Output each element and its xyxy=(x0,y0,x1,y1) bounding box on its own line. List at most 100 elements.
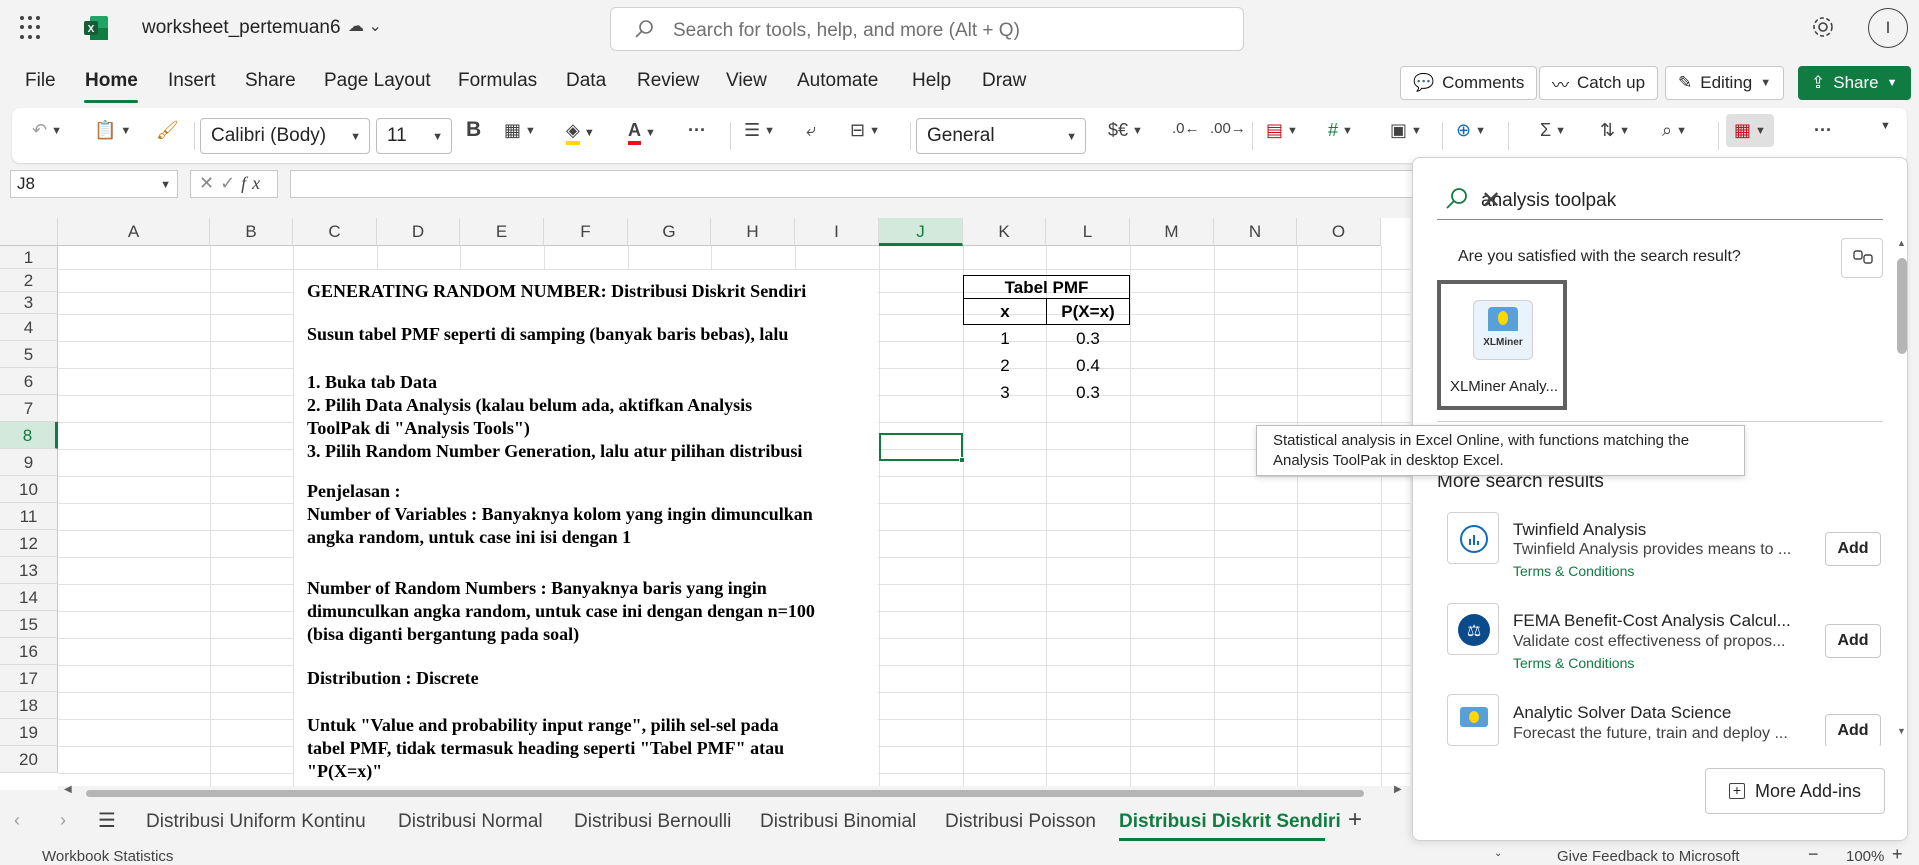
wrap-text-icon[interactable]: ⤶ xyxy=(806,120,816,141)
pmf-cell[interactable]: 0.4 xyxy=(1046,356,1130,376)
sheet-tab[interactable]: Distribusi Uniform Kontinu xyxy=(146,811,366,833)
sheet-tab-active[interactable]: Distribusi Diskrit Sendiri xyxy=(1119,811,1341,833)
result-title[interactable]: Twinfield Analysis xyxy=(1513,520,1803,540)
menu-home[interactable]: Home xyxy=(85,70,138,92)
row-header[interactable]: 14 xyxy=(0,584,58,611)
all-sheets-menu-icon[interactable]: ☰ xyxy=(98,808,116,833)
scroll-down-icon[interactable]: ▼ xyxy=(1897,726,1906,736)
row-header[interactable]: 6 xyxy=(0,368,58,395)
sheet-tab[interactable]: Distribusi Binomial xyxy=(760,811,916,833)
column-header-selected[interactable]: J xyxy=(879,218,963,246)
app-launcher-icon[interactable] xyxy=(20,16,44,40)
feedback-link[interactable]: Give Feedback to Microsoft xyxy=(1557,848,1740,865)
editing-mode-button[interactable]: ✎ Editing ▼ xyxy=(1665,66,1785,100)
row-header[interactable]: 18 xyxy=(0,692,58,719)
font-color-icon[interactable]: A ▼ xyxy=(628,120,656,145)
menu-data[interactable]: Data xyxy=(566,70,606,92)
column-header[interactable]: E xyxy=(460,218,544,246)
search-box[interactable]: Search for tools, help, and more (Alt + … xyxy=(610,7,1244,51)
zoom-level[interactable]: 100% xyxy=(1846,848,1884,865)
add-sheet-icon[interactable]: + xyxy=(1348,806,1362,834)
align-icon[interactable]: ☰ ▼ xyxy=(744,120,775,141)
fill-color-icon[interactable]: ◈ ▼ xyxy=(566,120,595,145)
font-size-dropdown[interactable]: 11 ▼ xyxy=(376,118,452,154)
scroll-right-icon[interactable]: ▶ xyxy=(1394,784,1402,795)
add-ins-icon[interactable]: ▦ ▼ xyxy=(1726,114,1774,147)
format-painter-icon[interactable]: 🖌 xyxy=(156,120,179,141)
row-header[interactable]: 9 xyxy=(0,449,58,476)
chevron-down-icon[interactable]: ⌄ xyxy=(1494,848,1502,859)
row-header[interactable]: 12 xyxy=(0,530,58,557)
add-ins-search-field[interactable]: analysis toolpak ✕ xyxy=(1437,184,1883,220)
more-add-ins-button[interactable]: + More Add-ins xyxy=(1705,768,1885,814)
format-as-table-icon[interactable]: # ▼ xyxy=(1328,120,1353,141)
menu-file[interactable]: File xyxy=(25,70,56,92)
cloud-save-status-icon[interactable]: ☁ ⌄ xyxy=(348,16,382,36)
name-box[interactable]: J8 ▼ xyxy=(10,170,178,198)
catch-up-button[interactable]: 〰 Catch up xyxy=(1539,66,1659,100)
row-header[interactable]: 5 xyxy=(0,341,58,368)
sheet-tab[interactable]: Distribusi Poisson xyxy=(945,811,1096,833)
insert-cells-icon[interactable]: ⊕ ▼ xyxy=(1456,120,1486,141)
zoom-out-icon[interactable]: − xyxy=(1808,844,1819,865)
borders-icon[interactable]: ▦ ▼ xyxy=(504,120,536,141)
decrease-decimal-icon[interactable]: .0← xyxy=(1172,120,1200,137)
sheet-tab[interactable]: Distribusi Normal xyxy=(398,811,543,833)
row-header[interactable]: 17 xyxy=(0,665,58,692)
more-font-options-icon[interactable]: ··· xyxy=(688,120,706,141)
cell-styles-icon[interactable]: ▣ ▼ xyxy=(1390,120,1422,141)
result-title[interactable]: FEMA Benefit-Cost Analysis Calcul... xyxy=(1513,611,1803,631)
function-icon[interactable]: fx xyxy=(241,173,266,193)
comments-button[interactable]: 💬 Comments xyxy=(1400,66,1538,100)
column-header[interactable]: G xyxy=(628,218,711,246)
add-button[interactable]: Add xyxy=(1825,532,1881,566)
select-all-corner[interactable] xyxy=(0,218,58,246)
menu-insert[interactable]: Insert xyxy=(168,70,216,92)
formula-input[interactable] xyxy=(290,170,1420,198)
row-header[interactable]: 20 xyxy=(0,746,58,773)
next-sheet-icon[interactable]: › xyxy=(60,810,66,831)
row-header[interactable]: 15 xyxy=(0,611,58,638)
scroll-up-icon[interactable]: ▲ xyxy=(1897,238,1906,248)
menu-formulas[interactable]: Formulas xyxy=(458,70,537,92)
share-button[interactable]: ⇪ Share ▼ xyxy=(1798,66,1911,100)
column-header[interactable]: N xyxy=(1214,218,1297,246)
pmf-cell[interactable]: 0.3 xyxy=(1046,329,1130,349)
row-header-selected[interactable]: 8 xyxy=(0,422,58,449)
column-header[interactable]: A xyxy=(58,218,210,246)
horizontal-scroll-thumb[interactable] xyxy=(86,790,1364,797)
panel-scroll-thumb[interactable] xyxy=(1897,258,1907,354)
user-avatar[interactable]: I xyxy=(1868,8,1908,48)
row-header[interactable]: 1 xyxy=(0,246,58,269)
column-header[interactable]: C xyxy=(293,218,377,246)
row-header[interactable]: 13 xyxy=(0,557,58,584)
undo-icon[interactable]: ↶ ▼ xyxy=(32,120,62,141)
menu-automate[interactable]: Automate xyxy=(797,70,878,92)
currency-format-button[interactable]: $€ ▼ xyxy=(1108,120,1143,141)
pmf-cell[interactable]: 2 xyxy=(963,356,1047,376)
paste-icon[interactable]: 📋 ▼ xyxy=(94,120,131,141)
prev-sheet-icon[interactable]: ‹ xyxy=(14,810,20,831)
menu-draw[interactable]: Draw xyxy=(982,70,1026,92)
menu-page-layout[interactable]: Page Layout xyxy=(324,70,431,92)
column-header[interactable]: I xyxy=(795,218,879,246)
menu-review[interactable]: Review xyxy=(637,70,699,92)
pmf-cell[interactable]: 3 xyxy=(963,383,1047,403)
row-header[interactable]: 7 xyxy=(0,395,58,422)
settings-gear-icon[interactable] xyxy=(1810,14,1836,40)
column-header[interactable]: F xyxy=(544,218,628,246)
row-header[interactable]: 4 xyxy=(0,314,58,341)
column-header[interactable]: H xyxy=(711,218,795,246)
clear-search-icon[interactable]: ✕ xyxy=(1481,186,1875,215)
expand-ribbon-icon[interactable]: ▼ xyxy=(1880,120,1891,132)
terms-link[interactable]: Terms & Conditions xyxy=(1513,563,1634,579)
number-format-dropdown[interactable]: General ▼ xyxy=(916,118,1086,154)
row-header[interactable]: 19 xyxy=(0,719,58,746)
column-header[interactable]: L xyxy=(1046,218,1130,246)
terms-link[interactable]: Terms & Conditions xyxy=(1513,655,1634,671)
autosum-icon[interactable]: Σ ▼ xyxy=(1540,120,1566,141)
workbook-statistics[interactable]: Workbook Statistics xyxy=(42,848,173,865)
menu-share[interactable]: Share xyxy=(245,70,296,92)
top-result-tile[interactable]: XLMiner XLMiner Analy... xyxy=(1437,280,1567,410)
row-header[interactable]: 11 xyxy=(0,503,58,530)
